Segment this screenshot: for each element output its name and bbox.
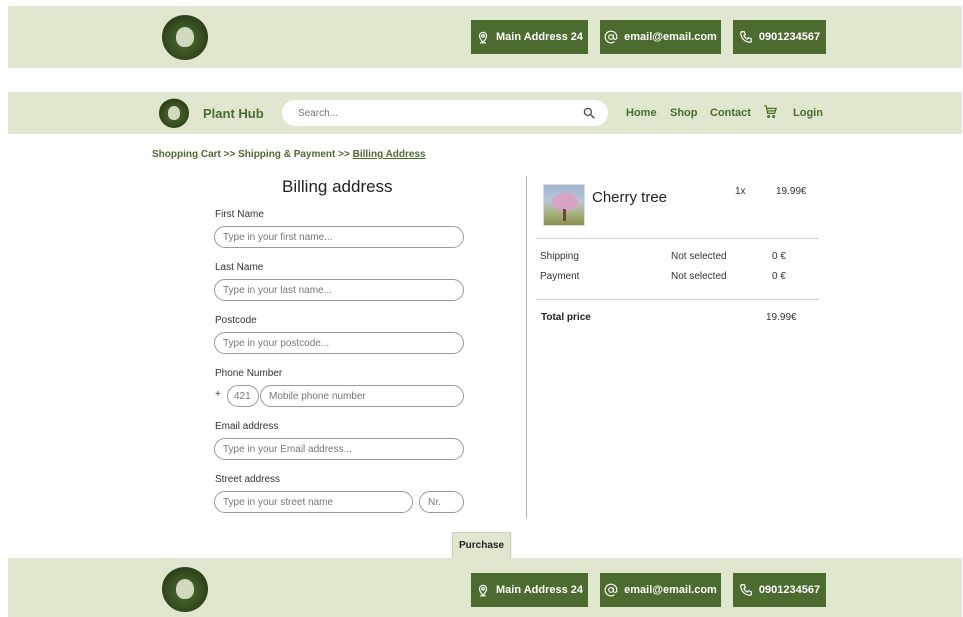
phone-icon (740, 584, 752, 596)
breadcrumb-separator: >> (223, 149, 236, 160)
first-name-input[interactable] (214, 226, 464, 248)
cart-icon[interactable] (763, 104, 778, 119)
breadcrumb-shopping-cart[interactable]: Shopping Cart (152, 149, 221, 160)
postcode-input[interactable] (214, 332, 464, 354)
postcode-label: Postcode (215, 315, 257, 326)
payment-status: Not selected (671, 271, 727, 282)
total-price-value: 19.99€ (766, 312, 797, 323)
cherry-tree-thumbnail[interactable] (543, 184, 585, 226)
breadcrumb: Shopping Cart >> Shipping & Payment >> B… (152, 149, 426, 160)
email-label: email@email.com (624, 31, 717, 43)
email-address-label: Email address (215, 421, 279, 432)
payment-price: 0 € (772, 271, 786, 282)
summary-divider (536, 238, 819, 239)
street-number-input[interactable] (419, 491, 464, 513)
last-name-label: Last Name (215, 262, 264, 273)
email-address-input[interactable] (214, 438, 464, 460)
breadcrumb-separator: >> (338, 149, 350, 160)
nav-login[interactable]: Login (793, 107, 823, 119)
address-button[interactable]: Main Address 24 (471, 20, 588, 54)
footer-phone-label: 0901234567 (758, 584, 821, 596)
plant-hub-logo[interactable] (162, 14, 208, 60)
item-name[interactable]: Cherry tree (592, 189, 667, 206)
shipping-price: 0 € (772, 251, 786, 262)
total-price-label: Total price (541, 312, 591, 323)
at-sign-icon (604, 30, 618, 44)
search-bar (282, 100, 608, 126)
location-pin-icon (478, 31, 488, 44)
top-contact-bar: Main Address 24 email@email.com 09012345… (8, 6, 962, 68)
first-name-label: First Name (215, 209, 264, 220)
footer-address-label: Main Address 24 (495, 584, 583, 596)
footer-email-label: email@email.com (624, 584, 717, 596)
location-pin-icon (478, 584, 488, 597)
phone-icon (740, 31, 752, 43)
item-quantity: 1x (735, 186, 746, 197)
nav-home[interactable]: Home (626, 107, 657, 119)
phone-prefix-input[interactable] (227, 385, 259, 407)
brand-name[interactable]: Plant Hub (203, 106, 264, 121)
nav-logo[interactable] (159, 98, 189, 128)
vertical-divider (526, 176, 527, 518)
phone-plus-sign: + (215, 389, 221, 400)
street-address-label: Street address (215, 474, 281, 485)
purchase-button[interactable]: Purchase (452, 532, 511, 559)
item-price: 19.99€ (776, 186, 807, 197)
footer-address-button[interactable]: Main Address 24 (471, 573, 588, 607)
navigation-bar: Plant Hub Home Shop Contact Login (8, 92, 962, 134)
shipping-label: Shipping (540, 251, 579, 262)
footer-phone-button[interactable]: 0901234567 (733, 573, 826, 607)
shipping-status: Not selected (671, 251, 727, 262)
phone-button[interactable]: 0901234567 (733, 20, 826, 54)
phone-label: 0901234567 (758, 31, 821, 43)
at-sign-icon (604, 583, 618, 597)
total-divider (536, 299, 819, 300)
phone-number-input[interactable] (260, 385, 464, 407)
last-name-input[interactable] (214, 279, 464, 301)
search-icon[interactable] (582, 106, 596, 120)
breadcrumb-billing-address[interactable]: Billing Address (353, 149, 426, 160)
payment-label: Payment (540, 271, 580, 282)
nav-contact[interactable]: Contact (710, 107, 751, 119)
email-button[interactable]: email@email.com (600, 20, 721, 54)
footer-contact-bar: Main Address 24 email@email.com 09012345… (8, 558, 962, 617)
search-input[interactable] (298, 107, 558, 119)
street-name-input[interactable] (214, 491, 413, 513)
billing-title: Billing address (282, 177, 393, 196)
nav-shop[interactable]: Shop (670, 107, 698, 119)
phone-number-label: Phone Number (215, 368, 283, 379)
footer-email-button[interactable]: email@email.com (600, 573, 721, 607)
footer-logo[interactable] (162, 566, 208, 612)
breadcrumb-shipping-payment[interactable]: Shipping & Payment (238, 149, 335, 160)
address-label: Main Address 24 (495, 31, 583, 43)
